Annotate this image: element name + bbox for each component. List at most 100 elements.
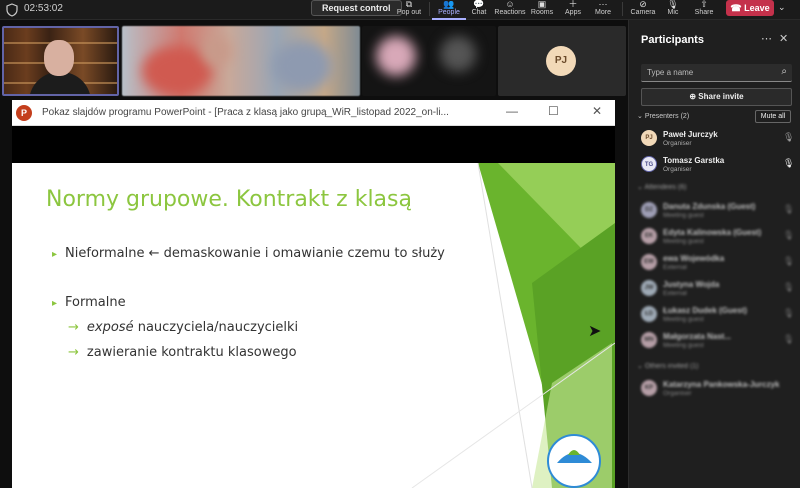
phone-icon: ☎ — [730, 3, 745, 13]
video-tile-pj[interactable]: PJ — [498, 26, 626, 96]
participant-role: Meeting guest — [663, 212, 704, 219]
participant-row[interactable]: EK Edyta Kalinowska (Guest) Meeting gues… — [641, 226, 797, 248]
mic-off-icon[interactable]: 🎙 — [783, 282, 794, 293]
blurred-avatar — [376, 36, 416, 76]
participant-row[interactable]: TG Tomasz Garstka Organiser 🎙 — [641, 154, 797, 176]
blurred-avatar — [440, 36, 476, 72]
blurred-face — [202, 36, 232, 66]
participants-panel: Participants ⋯ ✕ Type a name ⌕ ⊕ Share i… — [628, 20, 800, 488]
people-button[interactable]: 👥 People — [432, 0, 466, 20]
mute-all-button[interactable]: Mute all — [755, 110, 791, 123]
share-invite-button[interactable]: ⊕ Share invite — [641, 88, 792, 106]
close-icon[interactable]: ✕ — [592, 104, 602, 118]
powerpoint-icon: P — [16, 105, 32, 121]
participant-row[interactable]: DZ Danuta Zdunska (Guest) Meeting guest … — [641, 200, 797, 222]
participant-name: Paweł Jurczyk — [663, 130, 718, 139]
participant-role: Organiser — [663, 140, 692, 147]
presenters-section-header[interactable]: ⌄ Presenters (2) — [637, 112, 689, 120]
mic-button[interactable]: 🎙 Mic — [656, 0, 690, 20]
search-input[interactable]: Type a name ⌕ — [641, 64, 792, 82]
search-icon: ⌕ — [781, 66, 787, 77]
mouse-pointer-icon: ➤ — [588, 323, 602, 340]
mic-on-icon[interactable]: 🎙 — [783, 158, 794, 169]
maximize-icon[interactable]: ☐ — [548, 104, 559, 118]
avatar: EW — [641, 254, 657, 270]
triangle-bullet-icon: ▸ — [52, 298, 58, 309]
participant-role: External — [663, 290, 687, 297]
participant-role: Organiser — [663, 166, 692, 173]
attendees-section-header[interactable]: ⌄ Attendees (6) — [637, 183, 686, 191]
avatar: KP — [641, 380, 657, 396]
mic-off-icon[interactable]: 🎙 — [783, 308, 794, 319]
triangle-bullet-icon: ▸ — [52, 249, 58, 260]
avatar: DZ — [641, 202, 657, 218]
participant-name: ewa Wojewódka — [663, 254, 725, 263]
mic-off-icon[interactable]: 🎙 — [783, 230, 794, 241]
avatar: PJ — [641, 130, 657, 146]
video-tile-avatars[interactable] — [362, 26, 496, 96]
more-button[interactable]: ⋯ More — [586, 0, 620, 20]
avatar: TG — [641, 156, 657, 172]
toolbar-divider — [429, 2, 430, 16]
others-invited-section-header[interactable]: ⌄ Others invited (1) — [637, 362, 699, 370]
participant-name: Edyta Kalinowska (Guest) — [663, 228, 762, 237]
participant-name: Danuta Zdunska (Guest) — [663, 202, 756, 211]
minimize-icon[interactable]: — — [506, 104, 518, 118]
participant-role: Meeting guest — [663, 238, 704, 245]
participant-row[interactable]: KP Katarzyna Pankowska-Jurczyk Organiser — [641, 378, 797, 400]
avatar: PJ — [546, 46, 576, 76]
slide: Normy grupowe. Kontrakt z klasą ▸ Nieform… — [12, 163, 615, 488]
camera-button[interactable]: ⊘ Camera — [626, 0, 660, 20]
leave-button[interactable]: ☎ Leave — [726, 0, 774, 16]
request-control-button[interactable]: Request control — [311, 0, 402, 16]
close-icon[interactable]: ✕ — [779, 32, 788, 45]
pop-out-icon: ⧉ — [405, 0, 413, 9]
speaker-face — [44, 40, 74, 76]
bullet-item: ▸ Nieformalne ← demaskowanie i omawianie … — [52, 246, 445, 261]
more-icon: ⋯ — [598, 0, 608, 9]
shield-icon — [6, 3, 18, 17]
more-options-icon[interactable]: ⋯ — [761, 32, 772, 45]
participant-role: Meeting guest — [663, 316, 704, 323]
chat-button[interactable]: 💬 Chat — [462, 0, 496, 20]
participant-row[interactable]: MN Małgorzata Nast... Meeting guest 🎙 — [641, 330, 797, 352]
sub-bullet-item: → exposé nauczyciela/nauczycielki — [68, 320, 299, 335]
chevron-down-icon: ⌄ — [637, 363, 645, 370]
avatar: ŁD — [641, 306, 657, 322]
chevron-down-icon: ⌄ — [637, 113, 645, 120]
video-tile-speaker[interactable] — [2, 26, 119, 96]
mic-off-icon[interactable]: 🎙 — [783, 334, 794, 345]
avatar: EK — [641, 228, 657, 244]
video-tile-blurred[interactable] — [122, 26, 360, 96]
pop-out-button[interactable]: ⧉ Pop out — [392, 0, 426, 20]
blurred-person — [272, 41, 332, 91]
participant-name: Tomasz Garstka — [663, 156, 725, 165]
share-invite-icon: ⊕ — [689, 92, 699, 101]
meeting-timer: 02:53:02 — [24, 3, 63, 14]
rooms-button[interactable]: ▣ Rooms — [525, 0, 559, 20]
mic-off-icon[interactable]: 🎙 — [783, 204, 794, 215]
avatar: MN — [641, 332, 657, 348]
sub-bullet-item: → zawieranie kontraktu klasowego — [68, 345, 297, 360]
participant-role: Organiser — [663, 390, 692, 397]
slide-title: Normy grupowe. Kontrakt z klasą — [46, 187, 412, 212]
arrow-right-icon: → — [68, 320, 79, 335]
participant-name: Łukasz Dudek (Guest) — [663, 306, 748, 315]
mic-off-icon[interactable]: 🎙 — [783, 256, 794, 267]
meeting-toolbar: 02:53:02 Request control ⧉ Pop out 👥 Peopl… — [0, 0, 800, 20]
camera-off-icon: ⊘ — [639, 0, 647, 9]
apps-plus-icon: ＋ — [568, 0, 578, 9]
share-button[interactable]: ⇧ Share — [687, 0, 721, 20]
participant-role: Meeting guest — [663, 342, 704, 349]
participant-row[interactable]: JW Justyna Wojda External 🎙 — [641, 278, 797, 300]
reactions-button[interactable]: ☺ Reactions — [493, 0, 527, 20]
share-icon: ⇧ — [700, 0, 708, 9]
chevron-down-icon[interactable]: ⌄ — [778, 2, 786, 13]
participant-name: Justyna Wojda — [663, 280, 720, 289]
powerpoint-slideshow-window: P Pokaz slajdów programu PowerPoint - [P… — [12, 100, 615, 488]
participant-row[interactable]: ŁD Łukasz Dudek (Guest) Meeting guest 🎙 — [641, 304, 797, 326]
participant-row[interactable]: EW ewa Wojewódka External 🎙 — [641, 252, 797, 274]
apps-button[interactable]: ＋ Apps — [556, 0, 590, 20]
mic-off-icon[interactable]: 🎙 — [783, 132, 794, 143]
participant-row[interactable]: PJ Paweł Jurczyk Organiser 🎙 — [641, 128, 797, 150]
